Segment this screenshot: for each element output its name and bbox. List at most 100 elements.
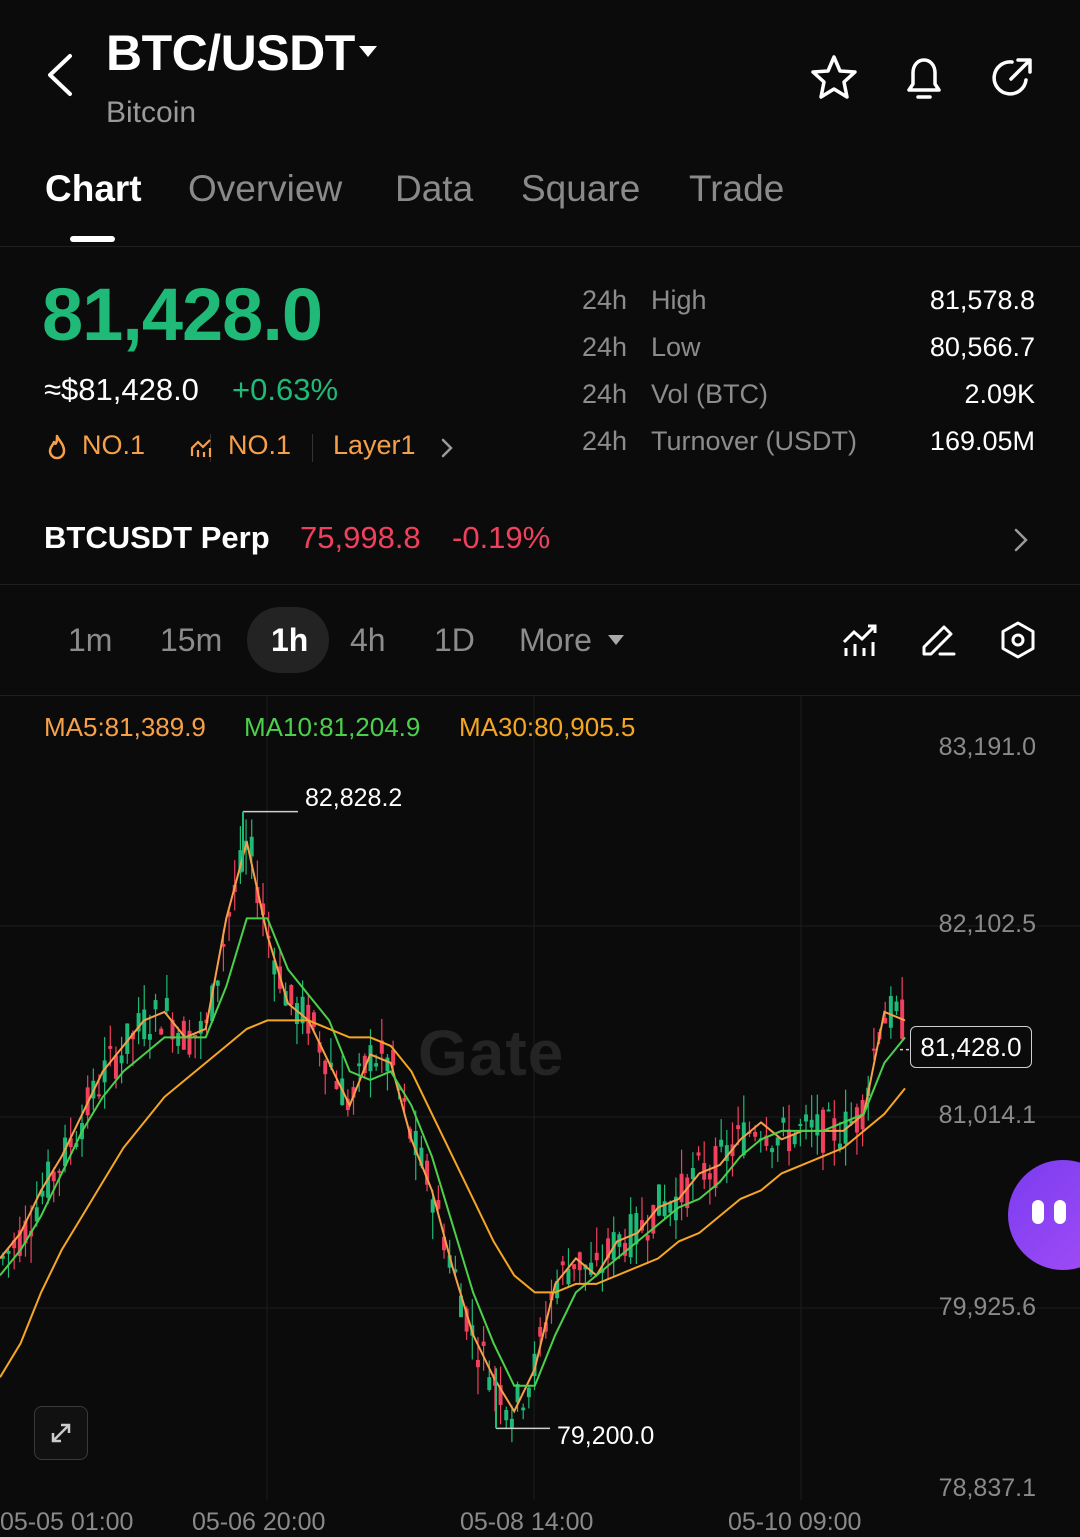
candle-body bbox=[108, 1045, 113, 1049]
settings-icon[interactable] bbox=[998, 620, 1038, 660]
chart-grid bbox=[0, 696, 1080, 1500]
candle-body bbox=[215, 980, 220, 986]
candle-body bbox=[753, 1131, 758, 1137]
x-tick-label: 05-10 09:00 bbox=[728, 1508, 862, 1536]
pair-title[interactable]: BTC/USDT bbox=[106, 24, 355, 82]
candle-body bbox=[656, 1184, 661, 1216]
candle-body bbox=[594, 1252, 599, 1261]
tab-trade[interactable]: Trade bbox=[689, 168, 784, 210]
interval-more[interactable]: More bbox=[519, 622, 592, 659]
caret-down-icon[interactable] bbox=[606, 632, 626, 648]
stat-period: 24h bbox=[582, 426, 628, 456]
candle-body bbox=[668, 1202, 673, 1213]
interval-15m[interactable]: 15m bbox=[160, 622, 222, 659]
candle-body bbox=[826, 1109, 831, 1112]
assistant-eye bbox=[1032, 1200, 1044, 1224]
candle-body bbox=[289, 985, 294, 1005]
candle-body bbox=[894, 1001, 899, 1012]
candle-body bbox=[696, 1152, 701, 1156]
tab-chart[interactable]: Chart bbox=[45, 168, 142, 210]
y-tick-label: 79,925.6 bbox=[938, 1293, 1036, 1321]
candle-body bbox=[736, 1125, 741, 1130]
candle-body bbox=[6, 1251, 11, 1254]
candle-body bbox=[645, 1235, 650, 1241]
expand-icon bbox=[51, 1423, 71, 1443]
y-tick-label: 78,837.1 bbox=[938, 1474, 1036, 1502]
back-arrow-icon[interactable] bbox=[40, 50, 80, 100]
candle-body bbox=[57, 1170, 62, 1173]
tab-data[interactable]: Data bbox=[395, 168, 473, 210]
chevron-right-icon[interactable] bbox=[439, 436, 455, 460]
candle-body bbox=[526, 1387, 531, 1398]
candle-body bbox=[475, 1359, 480, 1368]
indicator-icon[interactable] bbox=[840, 620, 880, 660]
share-icon[interactable] bbox=[986, 52, 1038, 104]
candle-body bbox=[153, 1000, 158, 1010]
y-tick-label: 83,191.0 bbox=[938, 733, 1036, 761]
candle-body bbox=[871, 1048, 876, 1051]
candle-body bbox=[300, 996, 305, 1024]
stat-label: Turnover (USDT) bbox=[651, 426, 858, 456]
bell-icon[interactable] bbox=[898, 52, 950, 104]
chevron-right-icon[interactable] bbox=[1012, 526, 1030, 554]
interval-4h[interactable]: 4h bbox=[350, 622, 386, 659]
candle-body bbox=[119, 1055, 124, 1064]
active-tab-indicator bbox=[70, 236, 115, 242]
candle-body bbox=[357, 1063, 362, 1067]
hot-rank-tag[interactable]: NO.1 bbox=[82, 430, 145, 461]
candle-body bbox=[509, 1418, 514, 1428]
candle-body bbox=[690, 1168, 695, 1180]
approx-usd-price: ≈$81,428.0 bbox=[44, 372, 199, 407]
candle-body bbox=[323, 1060, 328, 1075]
perp-name[interactable]: BTCUSDT Perp bbox=[44, 520, 270, 556]
candle-body bbox=[374, 1063, 379, 1067]
stat-period: 24h bbox=[582, 332, 628, 362]
candle-body bbox=[707, 1173, 712, 1180]
interval-1m[interactable]: 1m bbox=[68, 622, 112, 659]
y-tick-label: 81,014.1 bbox=[938, 1101, 1036, 1129]
candle-body bbox=[809, 1119, 814, 1128]
candle-body bbox=[787, 1129, 792, 1152]
candle-body bbox=[538, 1326, 543, 1337]
candle-body bbox=[385, 1057, 390, 1072]
section-divider bbox=[0, 584, 1080, 585]
price-change-percent: +0.63% bbox=[232, 372, 339, 407]
interval-1d[interactable]: 1D bbox=[434, 622, 475, 659]
perp-price: 75,998.8 bbox=[300, 520, 421, 555]
candle-body bbox=[147, 1034, 152, 1040]
candle-body bbox=[487, 1377, 492, 1391]
ma-lines bbox=[0, 841, 906, 1414]
tag-divider bbox=[312, 434, 313, 462]
fullscreen-button[interactable] bbox=[34, 1406, 88, 1460]
gate-watermark: Gate bbox=[418, 1017, 565, 1089]
candle-body bbox=[804, 1114, 808, 1122]
candle-body bbox=[566, 1268, 571, 1285]
candle-body bbox=[798, 1124, 803, 1127]
volume-rank-tag[interactable]: NO.1 bbox=[228, 430, 291, 461]
candle-body bbox=[176, 1033, 181, 1046]
caret-down-icon[interactable] bbox=[356, 42, 380, 60]
candle-body bbox=[113, 1055, 118, 1079]
candle-body bbox=[164, 997, 169, 1011]
y-tick-label: 82,102.5 bbox=[938, 910, 1036, 938]
tab-overview[interactable]: Overview bbox=[188, 168, 342, 210]
asset-name: Bitcoin bbox=[106, 96, 197, 129]
candlestick-chart[interactable] bbox=[0, 696, 1080, 1528]
ma10-label: MA10:81,204.9 bbox=[244, 712, 421, 742]
candle-body bbox=[159, 1028, 164, 1035]
tab-square[interactable]: Square bbox=[521, 168, 640, 210]
candle-body bbox=[142, 1009, 147, 1040]
star-icon[interactable] bbox=[808, 52, 860, 104]
candle-body bbox=[311, 1012, 316, 1027]
ma10-line bbox=[0, 917, 906, 1387]
candle-body bbox=[815, 1114, 820, 1136]
ma30-label: MA30:80,905.5 bbox=[459, 712, 636, 742]
current-price-label: 81,428.0 bbox=[910, 1026, 1032, 1068]
stat-value: 2.09K bbox=[964, 379, 1035, 409]
sector-tag[interactable]: Layer1 bbox=[333, 430, 416, 461]
draw-pencil-icon[interactable] bbox=[918, 620, 958, 660]
x-tick-label: 05-06 20:00 bbox=[192, 1508, 326, 1536]
candle-body bbox=[521, 1407, 526, 1411]
interval-1h[interactable]: 1h bbox=[271, 622, 308, 659]
candle-body bbox=[402, 1098, 407, 1102]
